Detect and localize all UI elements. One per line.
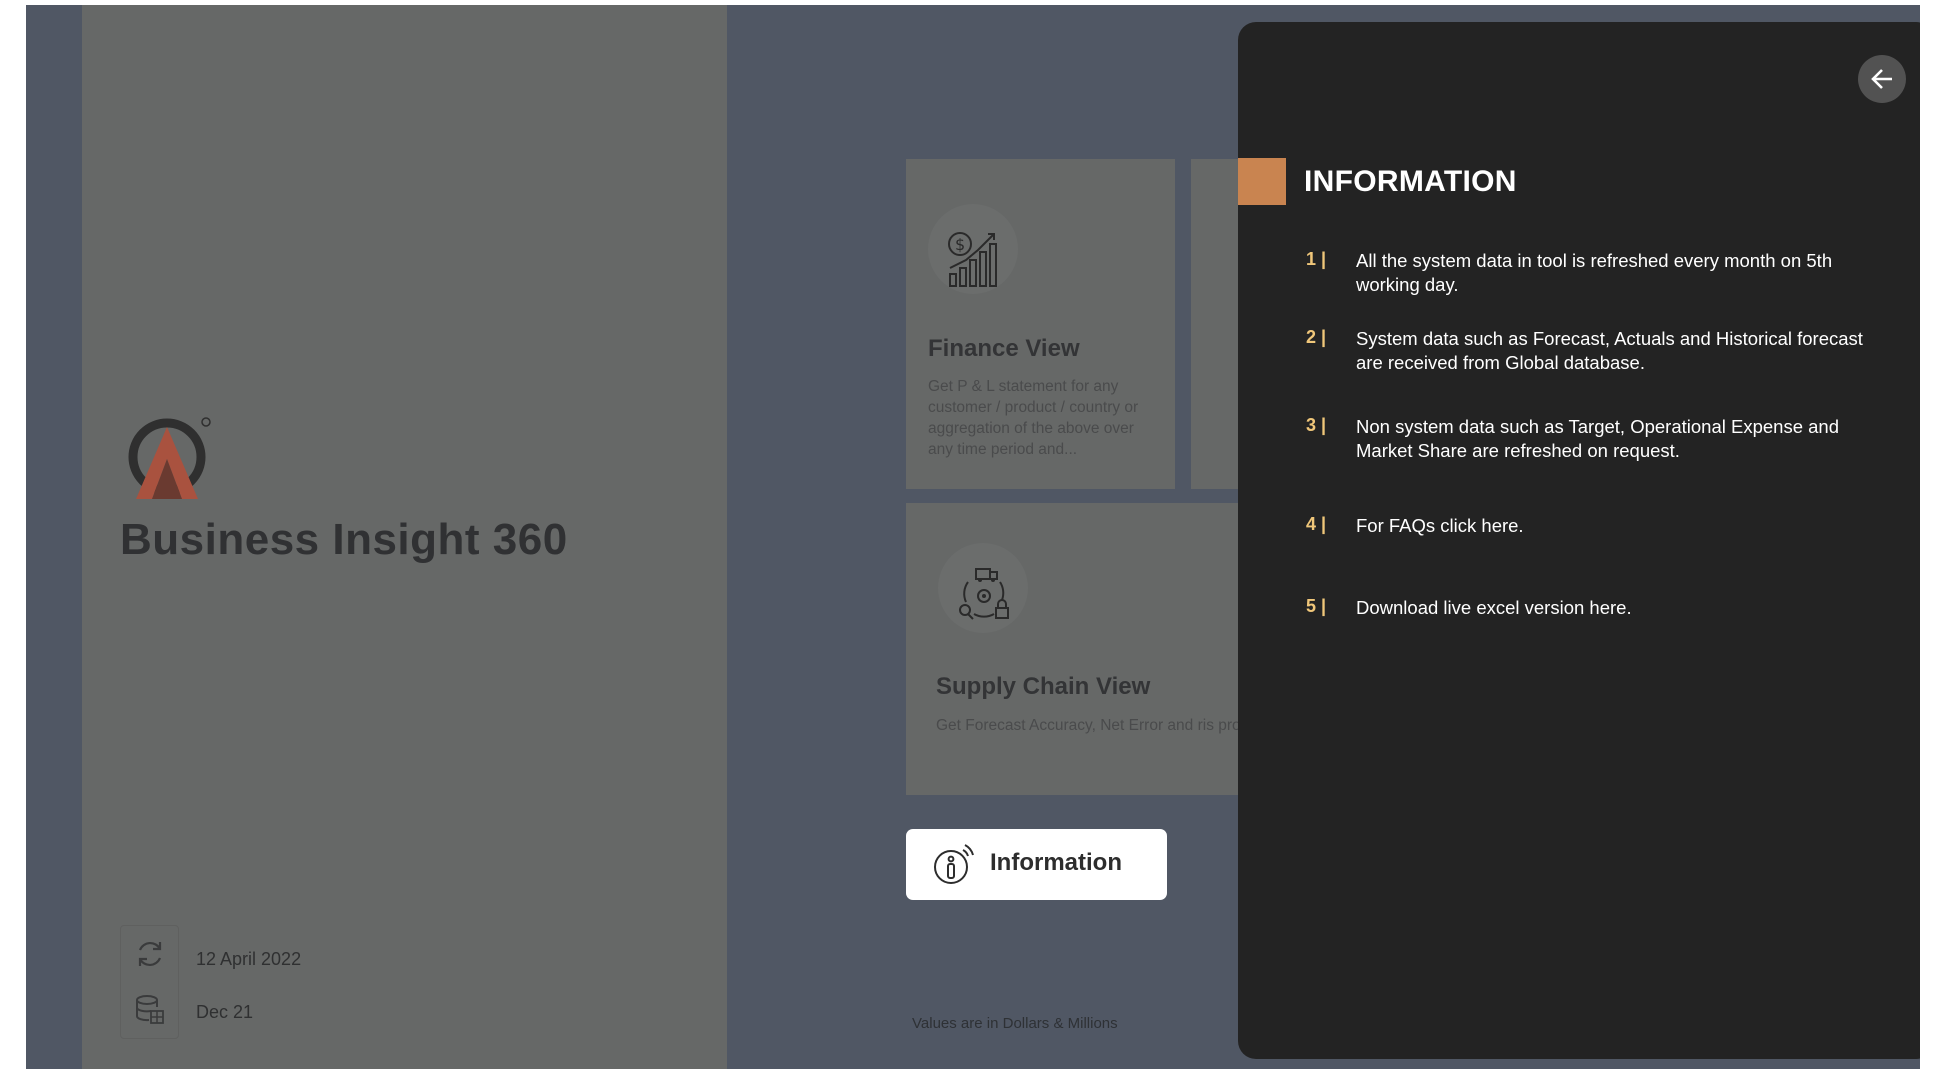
info-item-number: 1 | [1306, 249, 1327, 269]
info-item-number: 4 | [1306, 514, 1327, 534]
finance-chart-icon: $ [948, 232, 997, 287]
refresh-date: 12 April 2022 [196, 949, 302, 969]
information-title: INFORMATION [1304, 165, 1517, 198]
download-link-text[interactable]: Download live excel version here. [1356, 596, 1876, 620]
info-item-number: 2 | [1306, 327, 1327, 347]
info-icon [934, 844, 974, 884]
data-period: Dec 21 [196, 1002, 254, 1022]
app-frame: Business Insight 360 12 April 2022 Dec 2… [26, 5, 1920, 1069]
svg-text:$: $ [955, 235, 965, 254]
information-button[interactable]: Information [906, 829, 1167, 900]
footer-note: Values are in Dollars & Millions [912, 1015, 1118, 1032]
refresh-icon [138, 941, 162, 967]
supply-chain-view-description: Get Forecast Accuracy, Net Error and ris… [936, 717, 1246, 734]
info-item-text: System data such as Forecast, Actuals an… [1356, 328, 1863, 373]
information-button-label: Information [990, 849, 1122, 876]
info-item-text: Non system data such as Target, Operatio… [1356, 416, 1839, 461]
company-logo [128, 417, 211, 499]
arrow-left-icon [1871, 69, 1892, 89]
info-item-number: 3 | [1306, 415, 1327, 435]
app-title: Business Insight 360 [120, 515, 568, 564]
info-item-number: 5 | [1306, 596, 1327, 616]
information-panel: INFORMATION 1 | All the system data in t… [1238, 22, 1920, 1059]
supply-chain-icon [959, 568, 1009, 620]
finance-view-title: Finance View [928, 335, 1080, 362]
title-accent-block [1238, 158, 1286, 205]
faq-link-text[interactable]: For FAQs click here. [1356, 514, 1876, 538]
supply-chain-view-title: Supply Chain View [936, 673, 1151, 700]
supply-chain-view-card[interactable]: Supply Chain View Get Forecast Accuracy,… [906, 503, 1246, 795]
info-item-text: All the system data in tool is refreshed… [1356, 250, 1833, 295]
back-button[interactable] [1858, 55, 1906, 103]
finance-view-card[interactable]: $ Finance View Get P & L statement for a… [906, 159, 1175, 489]
finance-view-description: Get P & L statement for any customer / p… [928, 378, 1139, 458]
database-icon [136, 995, 164, 1024]
meta-box [120, 925, 179, 1039]
